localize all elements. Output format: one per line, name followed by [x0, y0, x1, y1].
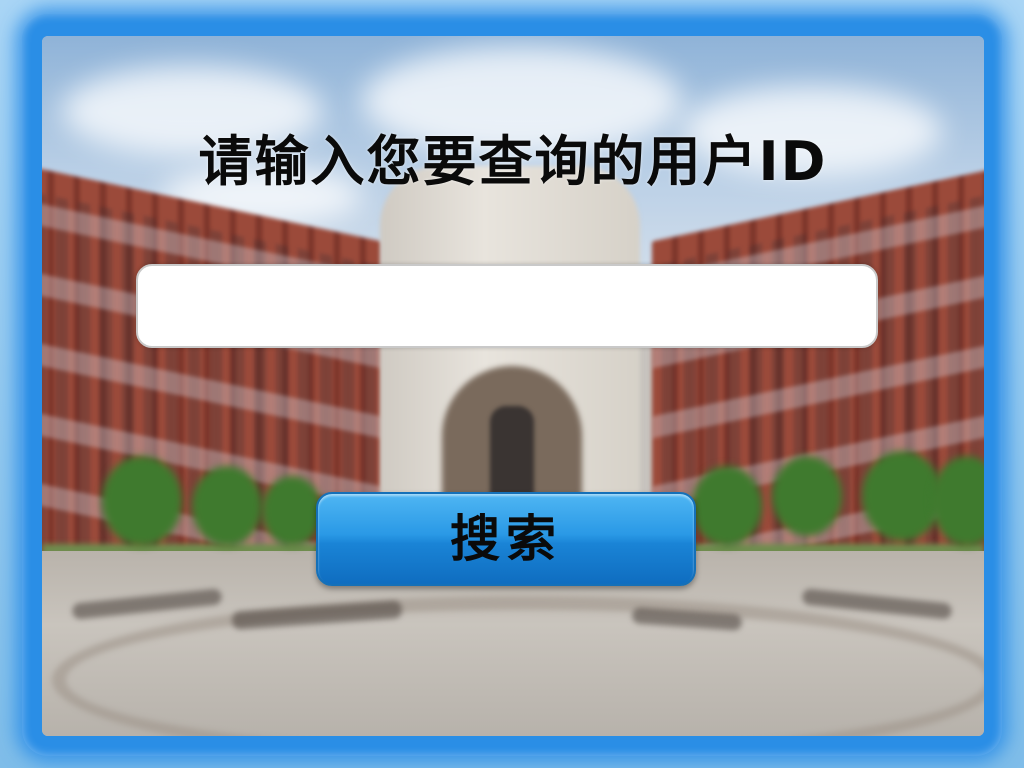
search-button[interactable]: 搜索 — [316, 492, 696, 586]
tree — [772, 456, 842, 536]
page-title: 请输入您要查询的用户ID — [198, 130, 828, 193]
user-id-input[interactable] — [136, 264, 878, 348]
tree — [262, 476, 322, 546]
window-frame: 请输入您要查询的用户ID 搜索 — [0, 0, 1024, 768]
tree — [692, 466, 762, 546]
tree — [862, 451, 942, 541]
tree — [102, 456, 182, 546]
search-button-label: 搜索 — [450, 510, 562, 568]
tree — [192, 466, 262, 546]
